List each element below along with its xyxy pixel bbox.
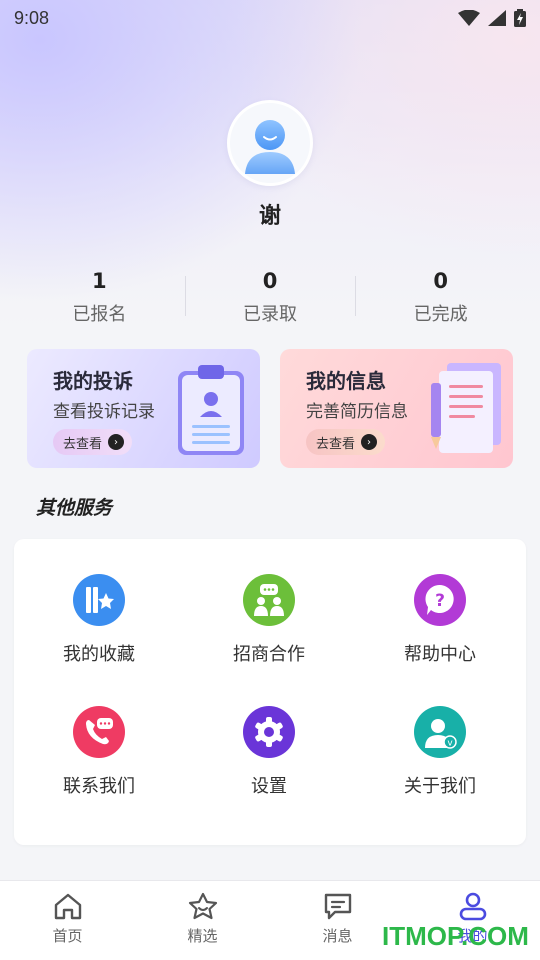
tab-label: 首页 <box>52 927 83 945</box>
tab-label: 消息 <box>322 927 353 945</box>
service-contact[interactable]: 联系我们 <box>14 706 184 798</box>
svg-text:?: ? <box>435 591 445 611</box>
service-label: 帮助中心 <box>404 644 476 665</box>
section-title: 其他服务 <box>36 497 113 519</box>
arrow-right-icon: › <box>108 434 125 450</box>
service-label: 我的收藏 <box>63 644 135 665</box>
stat-value: 1 <box>92 269 107 293</box>
service-settings[interactable]: 设置 <box>184 706 354 798</box>
cooperation-icon <box>243 574 295 626</box>
service-cooperation[interactable]: 招商合作 <box>184 574 354 666</box>
service-label: 招商合作 <box>233 644 305 665</box>
about-user-icon: v <box>414 706 466 758</box>
tab-label: 精选 <box>187 927 218 945</box>
star-icon <box>188 892 217 920</box>
my-info-card[interactable]: 我的信息 完善简历信息 去查看 › <box>280 349 513 468</box>
home-icon <box>54 893 81 920</box>
button-label: 去查看 <box>316 436 356 452</box>
user-icon <box>459 892 486 921</box>
stats-row: 1 已报名 0 已录取 0 已完成 <box>14 266 526 330</box>
card-subtitle: 查看投诉记录 <box>53 402 155 422</box>
view-info-button[interactable]: 去查看 › <box>306 429 386 455</box>
stat-label: 已完成 <box>413 304 468 325</box>
stat-completed[interactable]: 0 已完成 <box>355 266 526 330</box>
services-panel: 我的收藏 招商合作 ? 帮助中心 联系我们 设置 v 关于我们 <box>14 539 526 845</box>
service-help[interactable]: ? 帮助中心 <box>355 574 525 666</box>
document-pencil-icon <box>431 363 501 453</box>
favorites-icon <box>73 574 125 626</box>
gear-icon <box>243 706 295 758</box>
default-avatar-icon <box>245 120 295 174</box>
stat-value: 0 <box>262 269 278 293</box>
watermark: ITMOP.COM <box>382 921 529 951</box>
phone-chat-icon <box>73 706 125 758</box>
view-complaints-button[interactable]: 去查看 › <box>53 429 133 455</box>
stat-registered[interactable]: 1 已报名 <box>14 266 185 330</box>
service-label: 设置 <box>251 776 287 797</box>
card-title: 我的投诉 <box>53 369 133 393</box>
status-time: 9:08 <box>14 7 50 28</box>
arrow-right-icon: › <box>361 434 378 450</box>
service-label: 联系我们 <box>63 776 135 797</box>
button-label: 去查看 <box>63 436 103 452</box>
status-bar: 9:08 <box>0 0 540 36</box>
stat-label: 已录取 <box>243 304 297 325</box>
battery-icon <box>514 9 526 27</box>
wifi-icon <box>458 10 480 26</box>
help-icon: ? <box>414 574 466 626</box>
service-label: 关于我们 <box>404 776 476 797</box>
tab-featured[interactable]: 精选 <box>135 881 270 960</box>
svg-text:v: v <box>447 739 453 749</box>
signal-icon <box>488 10 506 26</box>
card-title: 我的信息 <box>306 369 386 393</box>
stat-admitted[interactable]: 0 已录取 <box>184 266 356 330</box>
stat-label: 已报名 <box>72 304 127 325</box>
service-about[interactable]: v 关于我们 <box>355 706 525 798</box>
tab-home[interactable]: 首页 <box>0 881 135 960</box>
message-icon <box>324 893 351 920</box>
stat-value: 0 <box>433 269 448 293</box>
card-subtitle: 完善简历信息 <box>306 402 408 422</box>
service-favorites[interactable]: 我的收藏 <box>14 574 184 666</box>
avatar[interactable] <box>227 100 313 186</box>
status-icons <box>458 9 526 27</box>
clipboard-icon <box>178 365 244 455</box>
user-name: 谢 <box>258 204 281 229</box>
my-complaints-card[interactable]: 我的投诉 查看投诉记录 去查看 › <box>27 349 260 468</box>
